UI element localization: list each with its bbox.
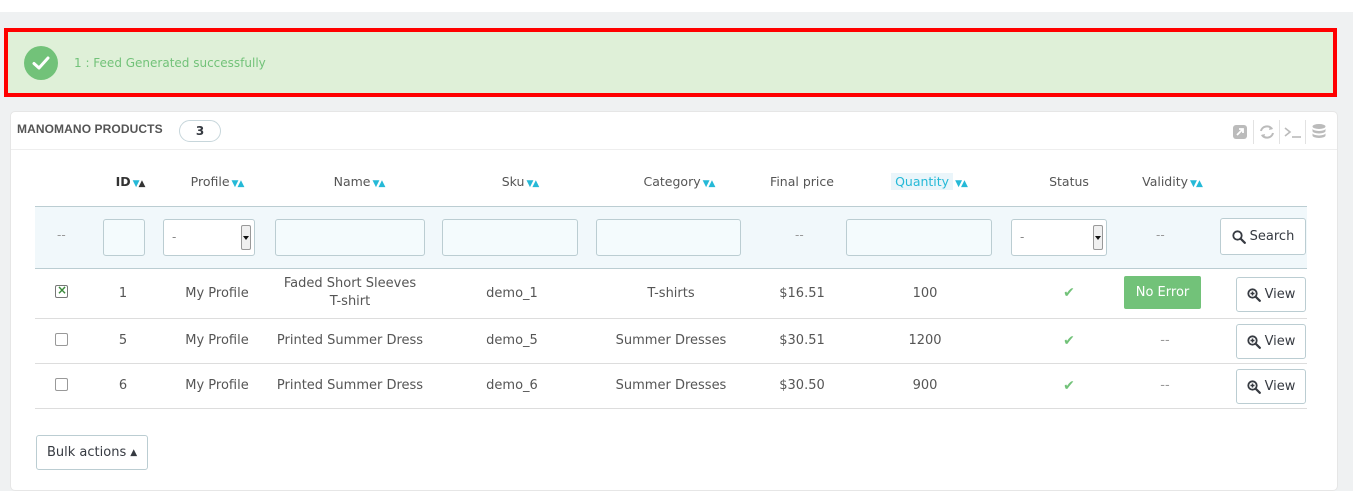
id-filter-input[interactable] (103, 219, 145, 256)
header-sku[interactable]: Sku ▼▲ (453, 174, 587, 189)
status-check-icon: ✔ (1063, 378, 1075, 394)
final-price-filter-placeholder: -- (795, 228, 804, 242)
chevron-down-icon[interactable] (241, 225, 251, 250)
view-button[interactable]: View (1236, 277, 1306, 312)
search-icon (1232, 229, 1246, 244)
view-button[interactable]: View (1236, 324, 1306, 359)
alert-message: 1 : Feed Generated successfully (74, 55, 266, 70)
filter-placeholder: -- (57, 228, 66, 242)
quantity-filter-input[interactable] (846, 219, 992, 256)
cell-id: 1 (118, 286, 128, 301)
header-final-price: Final price (770, 174, 834, 189)
zoom-in-icon (1246, 379, 1261, 394)
cell-category: Summer Dresses (615, 378, 727, 393)
cell-name: Printed Summer Dress (276, 378, 424, 393)
refresh-icon[interactable] (1253, 120, 1279, 144)
sort-arrows-icon[interactable]: ▼▲ (373, 179, 386, 189)
sort-arrows-icon[interactable]: ▼▲ (232, 179, 245, 189)
profile-filter-select[interactable]: - (163, 219, 255, 256)
row-checkbox[interactable] (55, 378, 68, 391)
status-filter-select[interactable]: - (1011, 219, 1107, 256)
status-check-icon: ✔ (1063, 333, 1075, 349)
header-name[interactable]: Name ▼▲ (283, 174, 435, 189)
cell-profile: My Profile (185, 286, 249, 301)
cell-sku: demo_6 (486, 378, 538, 393)
caret-up-icon: ▲ (130, 447, 138, 458)
status-check-icon: ✔ (1063, 285, 1075, 301)
name-filter-input[interactable] (275, 219, 425, 256)
header-status: Status (1049, 174, 1089, 189)
cell-price: $30.50 (779, 378, 825, 393)
table-row: 1 My Profile Faded Short Sleeves T-shirt… (35, 270, 1307, 319)
cell-profile: My Profile (185, 333, 249, 348)
cell-id: 6 (118, 378, 128, 393)
export-icon[interactable] (1227, 120, 1253, 144)
cell-validity: -- (1160, 333, 1170, 348)
row-checkbox[interactable] (55, 283, 68, 298)
cell-category: T-shirts (647, 286, 695, 301)
cell-name: Faded Short Sleeves T-shirt (283, 276, 417, 309)
validity-filter-placeholder: -- (1156, 228, 1165, 242)
sql-query-icon[interactable] (1279, 120, 1305, 144)
check-circle-icon (24, 45, 58, 80)
database-icon[interactable] (1305, 120, 1331, 144)
search-button[interactable]: Search (1220, 218, 1306, 255)
zoom-in-icon (1246, 287, 1261, 302)
table-row: 5 My Profile Printed Summer Dress demo_5… (35, 319, 1307, 364)
validity-badge: No Error (1124, 276, 1201, 309)
alert-highlight-frame: 1 : Feed Generated successfully (4, 28, 1337, 97)
view-button[interactable]: View (1236, 369, 1306, 404)
cell-quantity: 100 (912, 286, 938, 301)
table-header-row: ID ▼▲ Profile ▼▲ Name ▼▲ Sku ▼▲ Category ▼▲ F… (35, 160, 1307, 206)
sort-arrows-icon[interactable]: ▼▲ (1190, 179, 1203, 189)
products-panel: MANOMANO PRODUCTS 3 ID ▼▲ Profile ▼▲ Nam… (10, 111, 1338, 491)
table-row: 6 My Profile Printed Summer Dress demo_6… (35, 364, 1307, 409)
sort-arrows-icon[interactable]: ▼▲ (703, 179, 716, 189)
zoom-in-icon (1246, 334, 1261, 349)
cell-id: 5 (118, 333, 128, 348)
header-category[interactable]: Category ▼▲ (607, 174, 751, 189)
product-count-badge: 3 (179, 120, 221, 142)
cell-sku: demo_5 (486, 333, 538, 348)
top-bar (0, 0, 1353, 12)
sku-filter-input[interactable] (442, 219, 578, 256)
cell-price: $30.51 (779, 333, 825, 348)
cell-price: $16.51 (779, 286, 825, 301)
bulk-actions-button[interactable]: Bulk actions ▲ (36, 435, 149, 470)
header-validity[interactable]: Validity ▼▲ (1127, 174, 1217, 189)
success-alert: 1 : Feed Generated successfully (12, 36, 1329, 89)
cell-validity: -- (1160, 378, 1170, 393)
sort-arrows-icon[interactable]: ▼▲ (955, 179, 968, 189)
panel-toolbar (1227, 120, 1331, 144)
sort-arrows-icon[interactable]: ▼▲ (133, 179, 146, 189)
sort-arrows-icon[interactable]: ▼▲ (526, 179, 539, 189)
panel-title: MANOMANO PRODUCTS (17, 122, 163, 136)
cell-quantity: 900 (912, 378, 938, 393)
cell-quantity: 1200 (908, 333, 942, 348)
cell-category: Summer Dresses (615, 333, 727, 348)
cell-name: Printed Summer Dress (276, 333, 424, 348)
row-checkbox[interactable] (55, 333, 68, 346)
header-quantity[interactable]: Quantity ▼▲ (857, 173, 1001, 190)
cell-sku: demo_1 (486, 286, 538, 301)
header-id[interactable]: ID ▼▲ (103, 174, 157, 189)
panel-heading: MANOMANO PRODUCTS 3 (11, 112, 1337, 150)
chevron-down-icon[interactable] (1093, 225, 1103, 250)
header-profile[interactable]: Profile ▼▲ (171, 174, 263, 189)
filter-row: -- - -- - -- Search (35, 206, 1307, 269)
category-filter-input[interactable] (596, 219, 741, 256)
cell-profile: My Profile (185, 378, 249, 393)
